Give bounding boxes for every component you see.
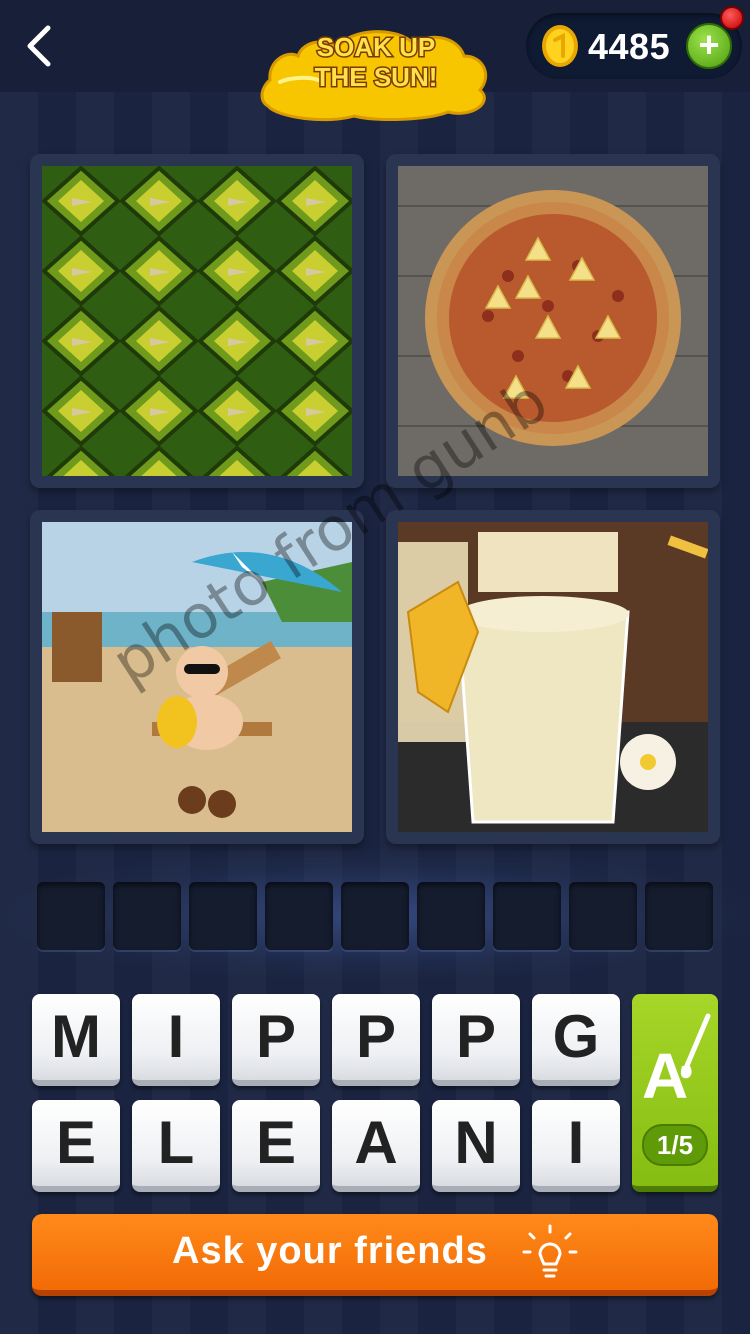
back-button[interactable] bbox=[20, 22, 64, 70]
answer-slot-1[interactable] bbox=[37, 882, 105, 950]
answer-slot-2[interactable] bbox=[113, 882, 181, 950]
picture-tile-1[interactable] bbox=[30, 154, 364, 488]
notification-dot bbox=[720, 6, 744, 30]
letter-brush-icon: A bbox=[642, 1013, 711, 1108]
top-bar: SOAK UP THE SUN! 4485 + bbox=[0, 0, 750, 122]
chevron-left-icon bbox=[27, 25, 51, 67]
picture-tile-4[interactable] bbox=[386, 510, 720, 844]
letter-key[interactable]: I bbox=[132, 994, 220, 1086]
reveal-letter-hint-button[interactable]: A 1/5 bbox=[632, 994, 718, 1192]
letter-key[interactable]: M bbox=[32, 994, 120, 1086]
coin-icon bbox=[542, 25, 578, 67]
letter-key[interactable]: A bbox=[332, 1100, 420, 1192]
pizza-image bbox=[398, 166, 708, 476]
picture-tile-3[interactable] bbox=[30, 510, 364, 844]
letter-key[interactable]: E bbox=[232, 1100, 320, 1192]
level-theme-logo: SOAK UP THE SUN! bbox=[258, 20, 494, 124]
svg-text:THE SUN!: THE SUN! bbox=[315, 62, 438, 92]
answer-slot-8[interactable] bbox=[569, 882, 637, 950]
ask-friends-button[interactable]: Ask your friends bbox=[32, 1214, 718, 1296]
letter-key[interactable]: P bbox=[432, 994, 520, 1086]
letter-key[interactable]: P bbox=[332, 994, 420, 1086]
beach-baby-image bbox=[42, 522, 352, 832]
answer-slot-4[interactable] bbox=[265, 882, 333, 950]
answer-slot-6[interactable] bbox=[417, 882, 485, 950]
answer-slot-9[interactable] bbox=[645, 882, 713, 950]
answer-slot-7[interactable] bbox=[493, 882, 561, 950]
letter-key[interactable]: E bbox=[32, 1100, 120, 1192]
coin-balance[interactable]: 4485 + bbox=[526, 13, 742, 79]
answer-slot-5[interactable] bbox=[341, 882, 409, 950]
letter-key[interactable]: G bbox=[532, 994, 620, 1086]
hint-count: 1/5 bbox=[642, 1124, 708, 1166]
pineapple-skin-image bbox=[42, 166, 352, 476]
lightbulb-icon bbox=[522, 1224, 578, 1278]
smoothie-image bbox=[398, 522, 708, 832]
letter-key[interactable]: L bbox=[132, 1100, 220, 1192]
letter-key[interactable]: P bbox=[232, 994, 320, 1086]
svg-text:SOAK UP: SOAK UP bbox=[317, 32, 435, 62]
letter-key[interactable]: I bbox=[532, 1100, 620, 1192]
letter-key[interactable]: N bbox=[432, 1100, 520, 1192]
answer-slot-3[interactable] bbox=[189, 882, 257, 950]
add-coins-button[interactable]: + bbox=[686, 23, 732, 69]
ask-friends-label: Ask your friends bbox=[172, 1230, 488, 1272]
coin-count: 4485 bbox=[588, 26, 671, 67]
picture-tile-2[interactable] bbox=[386, 154, 720, 488]
